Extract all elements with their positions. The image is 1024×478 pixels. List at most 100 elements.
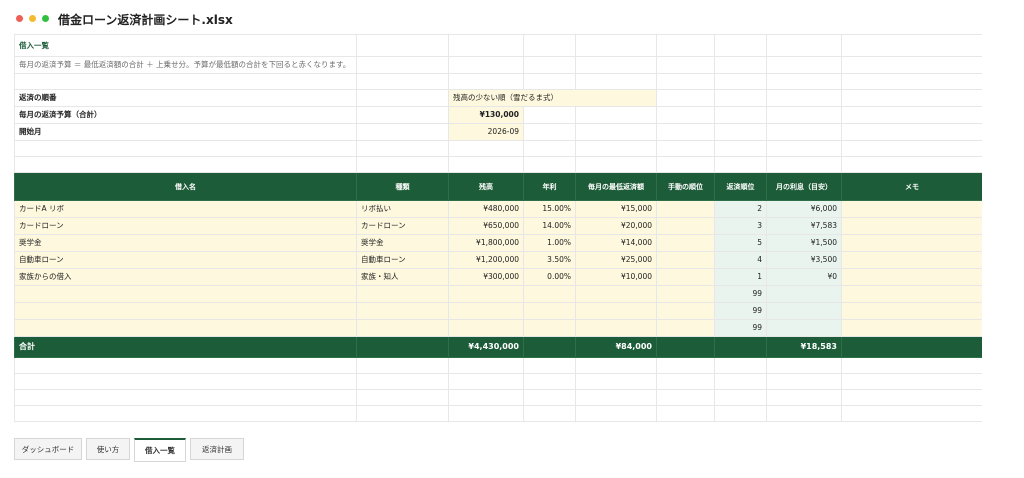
cell-manual[interactable] <box>656 302 715 320</box>
empty-cell[interactable] <box>523 336 576 358</box>
cell-name[interactable] <box>14 319 357 337</box>
empty-cell[interactable] <box>356 156 449 173</box>
column-header[interactable]: 残高 <box>448 172 524 201</box>
cell-memo[interactable] <box>841 302 982 320</box>
empty-cell[interactable] <box>766 123 842 141</box>
empty-cell[interactable] <box>523 405 576 422</box>
empty-cell[interactable] <box>448 156 524 173</box>
empty-cell[interactable] <box>714 73 767 90</box>
cell-rate[interactable]: 1.00% <box>523 234 576 252</box>
empty-cell[interactable] <box>656 106 715 124</box>
empty-cell[interactable] <box>14 373 357 390</box>
sheet-tab[interactable]: ダッシュボード <box>14 438 82 460</box>
empty-cell[interactable] <box>841 336 982 358</box>
empty-cell[interactable] <box>448 373 524 390</box>
empty-cell[interactable] <box>766 106 842 124</box>
empty-cell[interactable] <box>523 106 576 124</box>
empty-cell[interactable] <box>656 336 715 358</box>
empty-cell[interactable] <box>841 89 982 107</box>
cell-balance[interactable] <box>448 285 524 303</box>
cell-interest[interactable]: ¥3,500 <box>766 251 842 269</box>
column-header[interactable]: 返済順位 <box>714 172 767 201</box>
cell-interest[interactable]: ¥6,000 <box>766 200 842 218</box>
empty-cell[interactable] <box>523 56 576 74</box>
cell-rate[interactable]: 14.00% <box>523 217 576 235</box>
empty-cell[interactable] <box>523 34 576 57</box>
empty-cell[interactable] <box>356 34 449 57</box>
empty-cell[interactable] <box>766 56 842 74</box>
empty-cell[interactable] <box>523 123 576 141</box>
cell-interest[interactable]: ¥7,583 <box>766 217 842 235</box>
cell-min[interactable]: ¥10,000 <box>575 268 657 286</box>
cell-name[interactable] <box>14 285 357 303</box>
cell-balance[interactable] <box>448 302 524 320</box>
sheet-tab[interactable]: 返済計画 <box>190 438 244 460</box>
empty-cell[interactable] <box>575 123 657 141</box>
cell-name[interactable] <box>14 302 357 320</box>
empty-cell[interactable] <box>356 123 449 141</box>
monthly-budget-input[interactable]: ¥130,000 <box>448 106 524 124</box>
empty-cell[interactable] <box>356 73 449 90</box>
empty-cell[interactable] <box>841 123 982 141</box>
empty-cell[interactable] <box>841 389 982 406</box>
empty-cell[interactable] <box>841 34 982 57</box>
sheet-note[interactable]: 毎月の返済予算 ＝ 最低返済額の合計 ＋ 上乗せ分。予算が最低額の合計を下回ると… <box>14 56 357 74</box>
empty-cell[interactable] <box>14 389 357 406</box>
cell-min[interactable]: ¥15,000 <box>575 200 657 218</box>
empty-cell[interactable] <box>356 389 449 406</box>
empty-cell[interactable] <box>841 357 982 374</box>
cell-manual[interactable] <box>656 319 715 337</box>
cell-name[interactable]: 奨学金 <box>14 234 357 252</box>
cell-rate[interactable]: 15.00% <box>523 200 576 218</box>
cell-balance[interactable]: ¥480,000 <box>448 200 524 218</box>
cell-name[interactable]: カードA リボ <box>14 200 357 218</box>
cell-min[interactable] <box>575 285 657 303</box>
cell-order[interactable]: 1 <box>714 268 767 286</box>
cell-interest[interactable] <box>766 319 842 337</box>
empty-cell[interactable] <box>656 34 715 57</box>
spreadsheet-grid[interactable]: 借入一覧 毎月の返済予算 ＝ 最低返済額の合計 ＋ 上乗せ分。予算が最低額の合計を… <box>14 34 982 430</box>
cell-memo[interactable] <box>841 217 982 235</box>
empty-cell[interactable] <box>766 389 842 406</box>
cell-kind[interactable] <box>356 285 449 303</box>
empty-cell[interactable] <box>841 140 982 157</box>
cell-memo[interactable] <box>841 268 982 286</box>
cell-rate[interactable] <box>523 302 576 320</box>
empty-cell[interactable] <box>356 405 449 422</box>
empty-cell[interactable] <box>714 123 767 141</box>
column-header[interactable]: 月の利息（目安） <box>766 172 842 201</box>
column-header[interactable]: 借入名 <box>14 172 357 201</box>
total-balance[interactable]: ¥4,430,000 <box>448 336 524 358</box>
empty-cell[interactable] <box>575 140 657 157</box>
empty-cell[interactable] <box>714 56 767 74</box>
empty-cell[interactable] <box>14 156 357 173</box>
setting-label[interactable]: 毎月の返済予算（合計） <box>14 106 357 124</box>
empty-cell[interactable] <box>714 373 767 390</box>
cell-balance[interactable]: ¥300,000 <box>448 268 524 286</box>
column-header[interactable]: 毎月の最低返済額 <box>575 172 657 201</box>
cell-manual[interactable] <box>656 217 715 235</box>
cell-min[interactable]: ¥20,000 <box>575 217 657 235</box>
cell-interest[interactable] <box>766 285 842 303</box>
empty-cell[interactable] <box>656 156 715 173</box>
column-header[interactable]: メモ <box>841 172 982 201</box>
empty-cell[interactable] <box>356 140 449 157</box>
empty-cell[interactable] <box>766 405 842 422</box>
empty-cell[interactable] <box>448 357 524 374</box>
empty-cell[interactable] <box>656 89 715 107</box>
total-label[interactable]: 合計 <box>14 336 357 358</box>
cell-rate[interactable]: 3.50% <box>523 251 576 269</box>
cell-manual[interactable] <box>656 285 715 303</box>
cell-order[interactable]: 99 <box>714 285 767 303</box>
start-month-input[interactable]: 2026-09 <box>448 123 524 141</box>
cell-manual[interactable] <box>656 268 715 286</box>
sheet-tab[interactable]: 使い方 <box>86 438 130 460</box>
empty-cell[interactable] <box>448 34 524 57</box>
empty-cell[interactable] <box>14 140 357 157</box>
empty-cell[interactable] <box>448 56 524 74</box>
empty-cell[interactable] <box>575 106 657 124</box>
empty-cell[interactable] <box>523 389 576 406</box>
empty-cell[interactable] <box>656 73 715 90</box>
empty-cell[interactable] <box>523 373 576 390</box>
maximize-window-button[interactable] <box>42 15 49 22</box>
